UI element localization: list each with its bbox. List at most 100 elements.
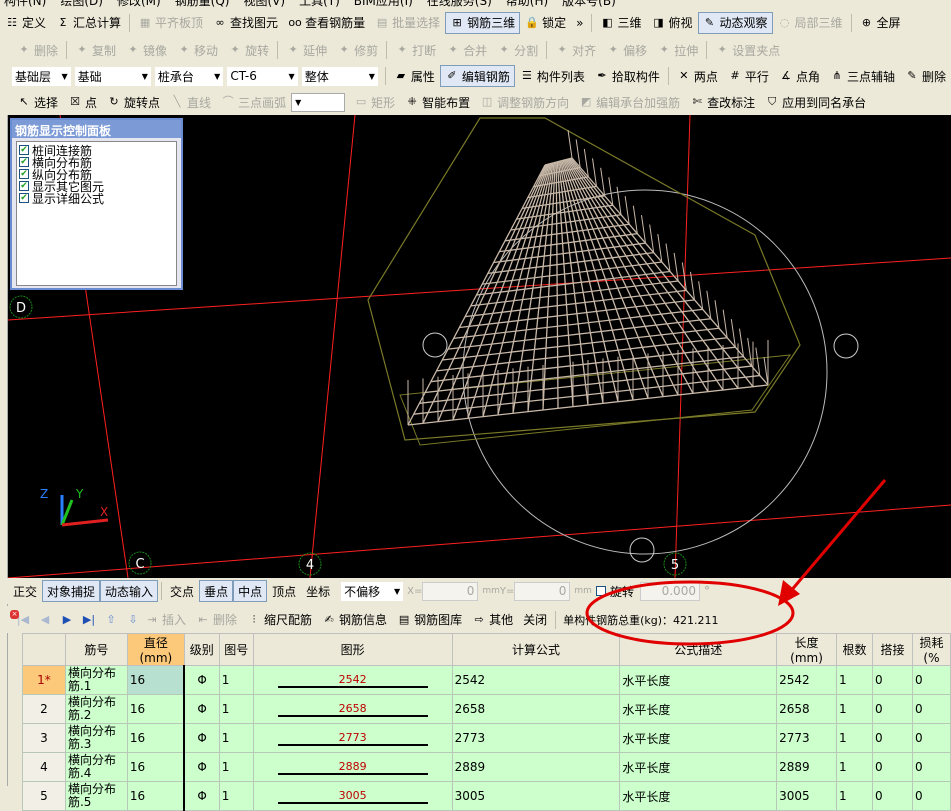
table-cell[interactable]: 0 xyxy=(911,752,951,782)
edit-tool-0-button[interactable]: ✦ 删除 xyxy=(12,39,63,61)
table-cell[interactable]: 横向分布筋.3 xyxy=(64,723,128,753)
table-row[interactable]: 1* 横向分布筋.1 16 Φ 1 2542 2542 水平长度 2542 1 0 0 xyxy=(22,665,951,695)
close-pane-icon[interactable]: × xyxy=(10,610,19,619)
level-select-1[interactable]: 基础 ▼ xyxy=(74,66,151,86)
edit-tool-9-button[interactable]: ✦ 分割 xyxy=(492,39,543,61)
table-cell[interactable]: 1 xyxy=(836,752,873,782)
top-view-button[interactable]: ◨ 俯视 xyxy=(646,12,697,34)
point-angle-button[interactable]: ∡ 点角 xyxy=(774,65,825,87)
table-cell[interactable]: 16 xyxy=(126,723,186,753)
table-cell[interactable]: 2658 xyxy=(776,694,838,724)
table-cell[interactable]: 1 xyxy=(218,665,254,695)
table-cell[interactable]: 0 xyxy=(911,723,951,753)
column-header[interactable]: 筋号 xyxy=(64,633,128,666)
batch-select-button[interactable]: ▤ 批量选择 xyxy=(370,12,445,34)
table-cell[interactable]: 1 xyxy=(836,665,873,695)
table-cell[interactable]: 2773 xyxy=(252,723,453,753)
table-cell[interactable]: 0 xyxy=(871,665,913,695)
edit-tool-7-button[interactable]: ✦ 打断 xyxy=(390,39,441,61)
close-button[interactable]: 关闭 xyxy=(518,609,552,631)
column-header[interactable]: 计算公式 xyxy=(451,633,621,666)
column-header[interactable]: 搭接 xyxy=(871,633,913,666)
rotate-checkbox[interactable] xyxy=(595,586,606,596)
edit-tool-1-button[interactable]: ✦ 复制 xyxy=(70,39,121,61)
other-button[interactable]: ⇨ 其他 xyxy=(467,609,518,631)
up-icon[interactable]: ⇧ xyxy=(104,613,118,627)
next-icon[interactable]: ▶ xyxy=(60,613,74,627)
table-cell[interactable]: 2542 xyxy=(776,665,838,695)
table-cell[interactable]: 16 xyxy=(126,694,186,724)
table-row[interactable]: 3 横向分布筋.3 16 Φ 1 2773 2773 水平长度 2773 1 0 0 xyxy=(22,723,951,753)
tool-button[interactable]: 交点 xyxy=(165,580,199,602)
menu-item[interactable]: 修改(M) xyxy=(117,0,161,7)
checkbox[interactable]: ✔ xyxy=(19,193,29,203)
table-cell[interactable]: 1 xyxy=(218,694,254,724)
table-cell[interactable]: 横向分布筋.2 xyxy=(64,694,128,724)
table-cell[interactable]: 2542 xyxy=(252,665,453,695)
table-cell[interactable]: 2658 xyxy=(252,694,453,724)
table-cell[interactable]: 2658 xyxy=(451,694,621,724)
edit-label-button[interactable]: ✄ 查改标注 xyxy=(685,91,760,113)
checkbox[interactable]: ✔ xyxy=(19,157,29,167)
checkbox[interactable]: ✔ xyxy=(19,145,29,155)
table-cell[interactable]: 1* xyxy=(22,665,66,695)
level-select-4[interactable]: 整体 ▼ xyxy=(301,66,378,86)
tool-button[interactable]: 坐标 xyxy=(301,580,335,602)
smart-layout-button[interactable]: ⁜ 智能布置 xyxy=(400,91,475,113)
column-header[interactable]: 直径(mm) xyxy=(126,633,185,666)
tool-button[interactable]: 正交 xyxy=(8,580,42,602)
lock-button[interactable]: 🔒 锁定 xyxy=(520,12,571,34)
table-row[interactable]: 4 横向分布筋.4 16 Φ 1 2889 2889 水平长度 2889 1 0 0 xyxy=(22,752,951,782)
level-select-3[interactable]: CT-6 ▼ xyxy=(227,66,298,86)
table-cell[interactable]: Φ xyxy=(183,723,220,753)
column-header[interactable]: 公式描述 xyxy=(619,633,778,666)
rect-button[interactable]: ▭ 矩形 xyxy=(349,91,400,113)
edit-tool-4-button[interactable]: ✦ 旋转 xyxy=(223,39,274,61)
arc-mode-select[interactable]: ▼ xyxy=(291,92,346,112)
table-row[interactable]: 2 横向分布筋.2 16 Φ 1 2658 2658 水平长度 2658 1 0 0 xyxy=(22,694,951,724)
menu-item[interactable]: BIM应用(I) xyxy=(354,0,413,7)
point-button[interactable]: ☒ 点 xyxy=(63,91,102,113)
tool-button[interactable]: 顶点 xyxy=(267,580,301,602)
table-cell[interactable]: 1 xyxy=(836,723,873,753)
binoculars-button[interactable]: ∞ 查找图元 xyxy=(208,12,283,34)
table-cell[interactable]: 水平长度 xyxy=(619,752,778,782)
table-cell[interactable]: 2 xyxy=(22,694,66,724)
menu-item[interactable]: 构件(N) xyxy=(4,0,46,7)
column-header[interactable]: 图号 xyxy=(218,633,254,666)
column-header[interactable]: 级别 xyxy=(183,633,220,666)
orbit-button[interactable]: ✎ 动态观察 xyxy=(697,11,773,34)
rotate-input[interactable]: 0.000 xyxy=(639,581,700,601)
tool-button[interactable]: 垂点 xyxy=(199,580,234,602)
prev-icon[interactable]: ◀ xyxy=(38,613,52,627)
table-cell[interactable]: 1 xyxy=(218,752,254,782)
rebar-info-button[interactable]: ✍ 钢筋信息 xyxy=(317,609,392,631)
table-cell[interactable]: 2773 xyxy=(451,723,621,753)
edit-tool-12-button[interactable]: ✦ 拉伸 xyxy=(652,39,703,61)
level-select-0[interactable]: 基础层 ▼ xyxy=(12,66,71,86)
glasses-button[interactable]: oo 查看钢筋量 xyxy=(283,12,370,34)
table-cell[interactable]: 16 xyxy=(126,665,186,695)
edit-tool-10-button[interactable]: ✦ 对齐 xyxy=(550,39,601,61)
edit-tool-8-button[interactable]: ✦ 合并 xyxy=(441,39,492,61)
offset-mode-select[interactable]: 不偏移 ▼ xyxy=(341,581,404,601)
menu-item[interactable]: 帮助(H) xyxy=(506,0,548,7)
menu-item[interactable]: 绘图(D) xyxy=(60,0,103,7)
table-cell[interactable]: 4 xyxy=(22,752,66,782)
cursor-button[interactable]: ↖ 选择 xyxy=(12,91,63,113)
rebar-3d-button[interactable]: ⊞ 钢筋三维 xyxy=(445,11,521,34)
table-cell[interactable]: 1 xyxy=(836,694,873,724)
coord-input[interactable]: 0 xyxy=(422,581,479,601)
two-point-axis-button[interactable]: ✕ 两点 xyxy=(672,65,723,87)
level-select-2[interactable]: 桩承台 ▼ xyxy=(154,66,224,86)
column-header[interactable]: 图形 xyxy=(252,633,453,666)
parallel-button[interactable]: # 平行 xyxy=(723,65,774,87)
table-cell[interactable]: Φ xyxy=(183,665,220,695)
table-cell[interactable]: 2889 xyxy=(451,752,621,782)
last-icon[interactable]: ▶| xyxy=(82,613,96,627)
table-cell[interactable]: 1 xyxy=(218,723,254,753)
tool-button[interactable]: 动态输入 xyxy=(100,580,159,602)
table-cell[interactable]: 2889 xyxy=(252,752,453,782)
edit-tool-3-button[interactable]: ✦ 移动 xyxy=(172,39,223,61)
table-cell[interactable]: 横向分布筋.4 xyxy=(64,752,128,782)
